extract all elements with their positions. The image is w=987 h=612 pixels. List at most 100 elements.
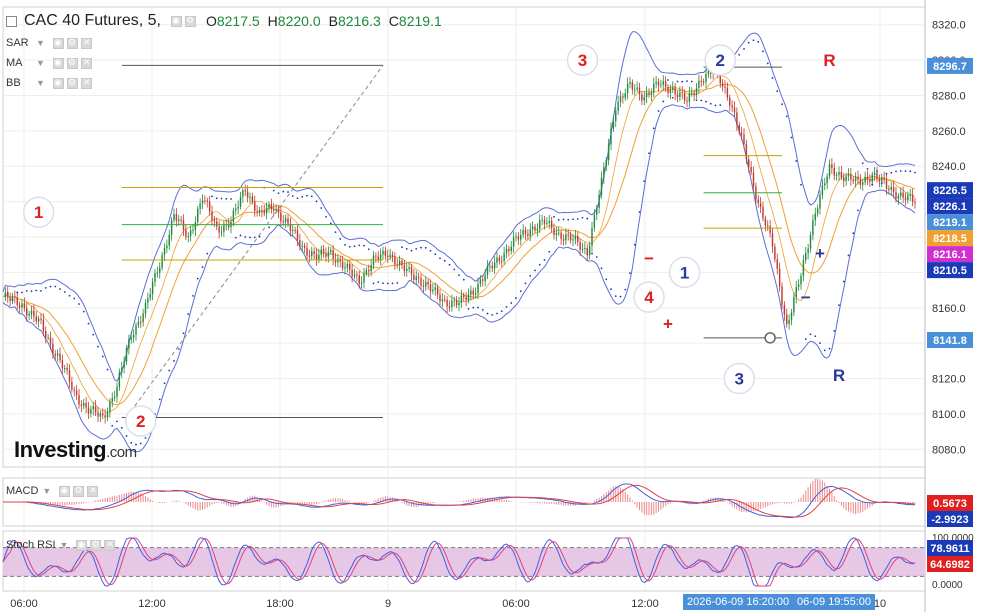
sar-dot: [287, 191, 289, 193]
sar-dot: [54, 285, 57, 288]
anchor-handle[interactable]: [764, 332, 776, 344]
candle-body: [503, 252, 505, 261]
settings-icon[interactable]: [184, 15, 196, 27]
visibility-icon[interactable]: [76, 539, 88, 551]
candle-body: [9, 297, 11, 301]
settings-icon[interactable]: [90, 539, 102, 551]
visibility-icon[interactable]: [52, 77, 64, 89]
settings-icon[interactable]: [66, 57, 78, 69]
close-icon[interactable]: [104, 539, 116, 551]
candle-body: [598, 194, 600, 208]
sar-dot: [177, 348, 180, 350]
settings-icon[interactable]: [66, 37, 78, 49]
candle-body: [876, 172, 878, 179]
candle-body: [560, 232, 562, 240]
chevron-down-icon[interactable]: ▼: [36, 38, 45, 48]
settings-icon[interactable]: [73, 485, 85, 497]
investing-logo: Investing.com: [14, 437, 137, 462]
sar-dot: [443, 259, 446, 262]
candle-body: [588, 245, 591, 256]
sar-dot: [44, 286, 47, 289]
chevron-down-icon[interactable]: ▼: [60, 540, 69, 550]
candle-body: [377, 256, 379, 260]
y-tick-label: 8260.0: [932, 126, 966, 138]
candle-body: [857, 176, 859, 180]
candle-body: [75, 390, 78, 395]
stoch-rsi-label[interactable]: Stoch RSI ▼: [6, 539, 118, 551]
collapse-icon[interactable]: [6, 15, 17, 27]
candle-body: [363, 273, 365, 283]
settings-icon[interactable]: [66, 77, 78, 89]
candle-body: [185, 229, 187, 237]
x-tick-label: 10: [874, 598, 886, 610]
candle-body: [365, 269, 368, 274]
ohlc-low: B8216.3: [328, 13, 381, 29]
candle-body: [30, 310, 33, 315]
sar-dot: [187, 313, 190, 316]
candle-body: [83, 402, 85, 406]
visibility-icon[interactable]: [52, 37, 64, 49]
visibility-icon[interactable]: [52, 57, 64, 69]
visibility-icon[interactable]: [170, 15, 182, 27]
candle-body: [318, 254, 320, 260]
candle-body: [90, 409, 92, 414]
candle-body: [441, 299, 444, 302]
candle-body: [778, 268, 781, 287]
x-tick-label: 9: [385, 598, 391, 610]
candle-body: [591, 227, 593, 246]
stoch-tag-label: 64.6982: [930, 559, 970, 571]
indicator-ma[interactable]: MA ▼: [6, 55, 95, 71]
sar-dot: [510, 302, 513, 304]
candle-body: [539, 220, 541, 229]
chevron-down-icon[interactable]: ▼: [42, 486, 51, 496]
candle-body: [831, 164, 833, 168]
candle-body: [531, 226, 534, 230]
candle-body: [52, 343, 54, 354]
candle-body: [660, 84, 662, 86]
sar-dot: [562, 218, 565, 221]
candle-body: [296, 230, 299, 240]
chevron-down-icon[interactable]: ▼: [36, 78, 45, 88]
price-chart[interactable]: 8320.08300.08280.08260.08240.08220.08200…: [0, 0, 987, 612]
sar-dot: [486, 312, 489, 315]
visibility-icon[interactable]: [59, 485, 71, 497]
candle-body: [427, 281, 429, 285]
close-icon[interactable]: [80, 57, 92, 69]
chevron-down-icon[interactable]: ▼: [36, 58, 45, 68]
candle-body: [294, 229, 296, 231]
candle-body: [536, 228, 539, 231]
candle-body: [914, 202, 916, 204]
wave-annotation: +: [663, 315, 673, 334]
candle-body: [455, 300, 458, 306]
candle-body: [508, 248, 510, 252]
trend-line[interactable]: [126, 65, 384, 418]
close-icon[interactable]: [80, 37, 92, 49]
candle-body: [458, 302, 460, 306]
sar-dot: [524, 282, 527, 285]
indicator-bb[interactable]: BB ▼: [6, 75, 95, 91]
candle-body: [97, 412, 99, 417]
sar-dot: [534, 269, 536, 272]
candle-body: [757, 199, 759, 204]
sar-dot: [690, 80, 693, 83]
candle-body: [246, 191, 249, 198]
candle-body: [142, 313, 144, 323]
candle-body: [883, 177, 885, 180]
sar-dot: [244, 236, 247, 238]
candle-body: [809, 235, 812, 249]
sar-dot: [139, 442, 142, 445]
close-icon[interactable]: [80, 77, 92, 89]
indicator-sar[interactable]: SAR ▼: [6, 35, 95, 51]
candle-body: [626, 83, 629, 94]
candle-body: [607, 144, 610, 160]
macd-label[interactable]: MACD ▼: [6, 485, 101, 497]
candle-body: [565, 234, 567, 241]
candle-body: [774, 246, 776, 260]
candle-body: [37, 318, 40, 322]
sar-dot: [638, 211, 641, 213]
candle-body: [417, 276, 420, 278]
candle-body: [287, 218, 289, 224]
close-icon[interactable]: [87, 485, 99, 497]
candle-body: [617, 101, 619, 111]
candle-body: [173, 214, 175, 221]
